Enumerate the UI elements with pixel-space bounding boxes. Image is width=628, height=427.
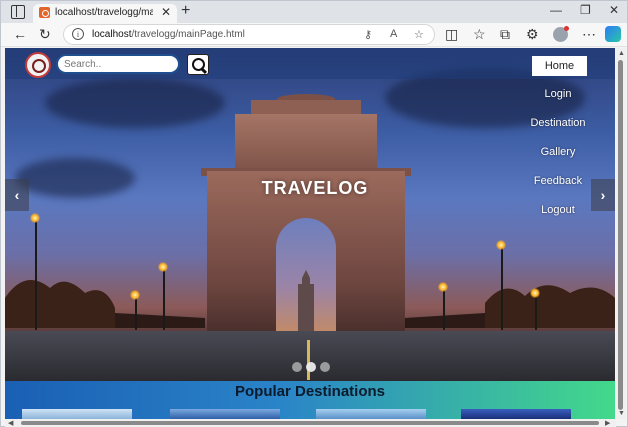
read-aloud-icon[interactable]: A: [390, 28, 397, 40]
popular-destinations-section: Popular Destinations: [5, 381, 615, 419]
window-menu-icon[interactable]: [11, 5, 25, 19]
canopy: [298, 270, 314, 331]
cloud: [45, 78, 225, 128]
carousel-indicator[interactable]: [292, 362, 302, 372]
nav-destination[interactable]: Destination: [518, 117, 598, 129]
lamp-glow: [530, 288, 540, 298]
more-icon[interactable]: ⋯: [582, 26, 596, 43]
carousel-prev-button[interactable]: ‹: [5, 179, 29, 211]
browser-tab[interactable]: localhost/travelogg/mainPage.ht ✕: [33, 4, 177, 23]
vertical-scrollbar[interactable]: ▲ ▼: [616, 48, 626, 419]
info-icon[interactable]: i: [72, 28, 84, 40]
nav-gallery[interactable]: Gallery: [518, 146, 598, 158]
search-icon[interactable]: [187, 54, 209, 75]
horizontal-scrollbar-thumb[interactable]: [21, 421, 599, 425]
scroll-up-icon[interactable]: ▲: [618, 50, 625, 57]
restore-icon[interactable]: ❐: [580, 3, 591, 17]
page-viewport: TRAVELOG ‹ › Home Login Destination Gall…: [5, 48, 615, 419]
destination-thumbnail[interactable]: [461, 409, 571, 419]
street-lamp: [443, 288, 445, 330]
key-icon[interactable]: ⚷: [364, 28, 372, 41]
tab-strip: localhost/travelogg/mainPage.ht ✕ + — ❐ …: [1, 1, 627, 23]
search-input[interactable]: [56, 54, 180, 74]
street-lamp: [35, 220, 37, 330]
minimize-icon[interactable]: —: [550, 3, 562, 17]
carousel-indicator-active[interactable]: [306, 362, 316, 372]
street-lamp: [135, 296, 137, 330]
site-navbar: Home: [5, 48, 615, 79]
road: [5, 331, 615, 381]
copilot-icon[interactable]: [605, 26, 621, 42]
road-marking: [307, 340, 310, 380]
extensions-icon[interactable]: ⚙: [526, 26, 539, 43]
collections-icon[interactable]: ⧉: [500, 26, 510, 43]
logo-icon[interactable]: [25, 52, 51, 78]
refresh-icon[interactable]: ↻: [39, 26, 51, 43]
destination-thumbnail[interactable]: [22, 409, 132, 419]
url-path: /travelogg/mainPage.html: [131, 29, 245, 40]
url-text: localhost/travelogg/mainPage.html: [92, 29, 245, 40]
lamp-glow: [30, 213, 40, 223]
address-bar[interactable]: i localhost/travelogg/mainPage.html ⚷ A …: [63, 24, 435, 45]
scroll-right-icon[interactable]: ▶: [605, 419, 610, 427]
star-icon[interactable]: ☆: [414, 28, 424, 41]
favicon-icon: [39, 7, 50, 18]
monument-attic: [235, 114, 377, 170]
window-close-icon[interactable]: ✕: [609, 3, 619, 17]
destination-thumbnail[interactable]: [316, 409, 426, 419]
lamp-glow: [130, 290, 140, 300]
lamp-glow: [438, 282, 448, 292]
nav-home-button[interactable]: Home: [532, 56, 587, 76]
split-screen-icon[interactable]: ◫: [445, 26, 458, 43]
destination-thumbnail[interactable]: [170, 409, 280, 419]
lamp-glow: [496, 240, 506, 250]
tab-title: localhost/travelogg/mainPage.ht: [55, 7, 153, 18]
profile-icon[interactable]: [553, 26, 569, 42]
scroll-down-icon[interactable]: ▼: [618, 410, 625, 417]
browser-toolbar: ← ↻ i localhost/travelogg/mainPage.html …: [1, 23, 627, 47]
browser-window: localhost/travelogg/mainPage.ht ✕ + — ❐ …: [0, 0, 628, 427]
section-title: Popular Destinations: [234, 383, 386, 400]
horizontal-scrollbar[interactable]: ◀ ▶: [5, 419, 616, 427]
lamp-glow: [158, 262, 168, 272]
nav-login[interactable]: Login: [518, 88, 598, 100]
nav-logout[interactable]: Logout: [518, 204, 598, 216]
nav-feedback[interactable]: Feedback: [518, 175, 598, 187]
cloud: [15, 158, 135, 198]
hero-title: TRAVELOG: [261, 178, 369, 198]
url-host: localhost: [92, 29, 132, 40]
back-icon[interactable]: ←: [13, 26, 27, 42]
street-lamp: [535, 294, 537, 330]
carousel-indicator[interactable]: [320, 362, 330, 372]
close-icon[interactable]: ✕: [161, 5, 171, 19]
street-lamp: [163, 268, 165, 330]
favorites-icon[interactable]: ☆: [473, 26, 486, 43]
scroll-left-icon[interactable]: ◀: [8, 419, 13, 427]
vertical-scrollbar-thumb[interactable]: [618, 60, 623, 410]
street-lamp: [501, 246, 503, 330]
plus-icon[interactable]: +: [181, 2, 190, 20]
